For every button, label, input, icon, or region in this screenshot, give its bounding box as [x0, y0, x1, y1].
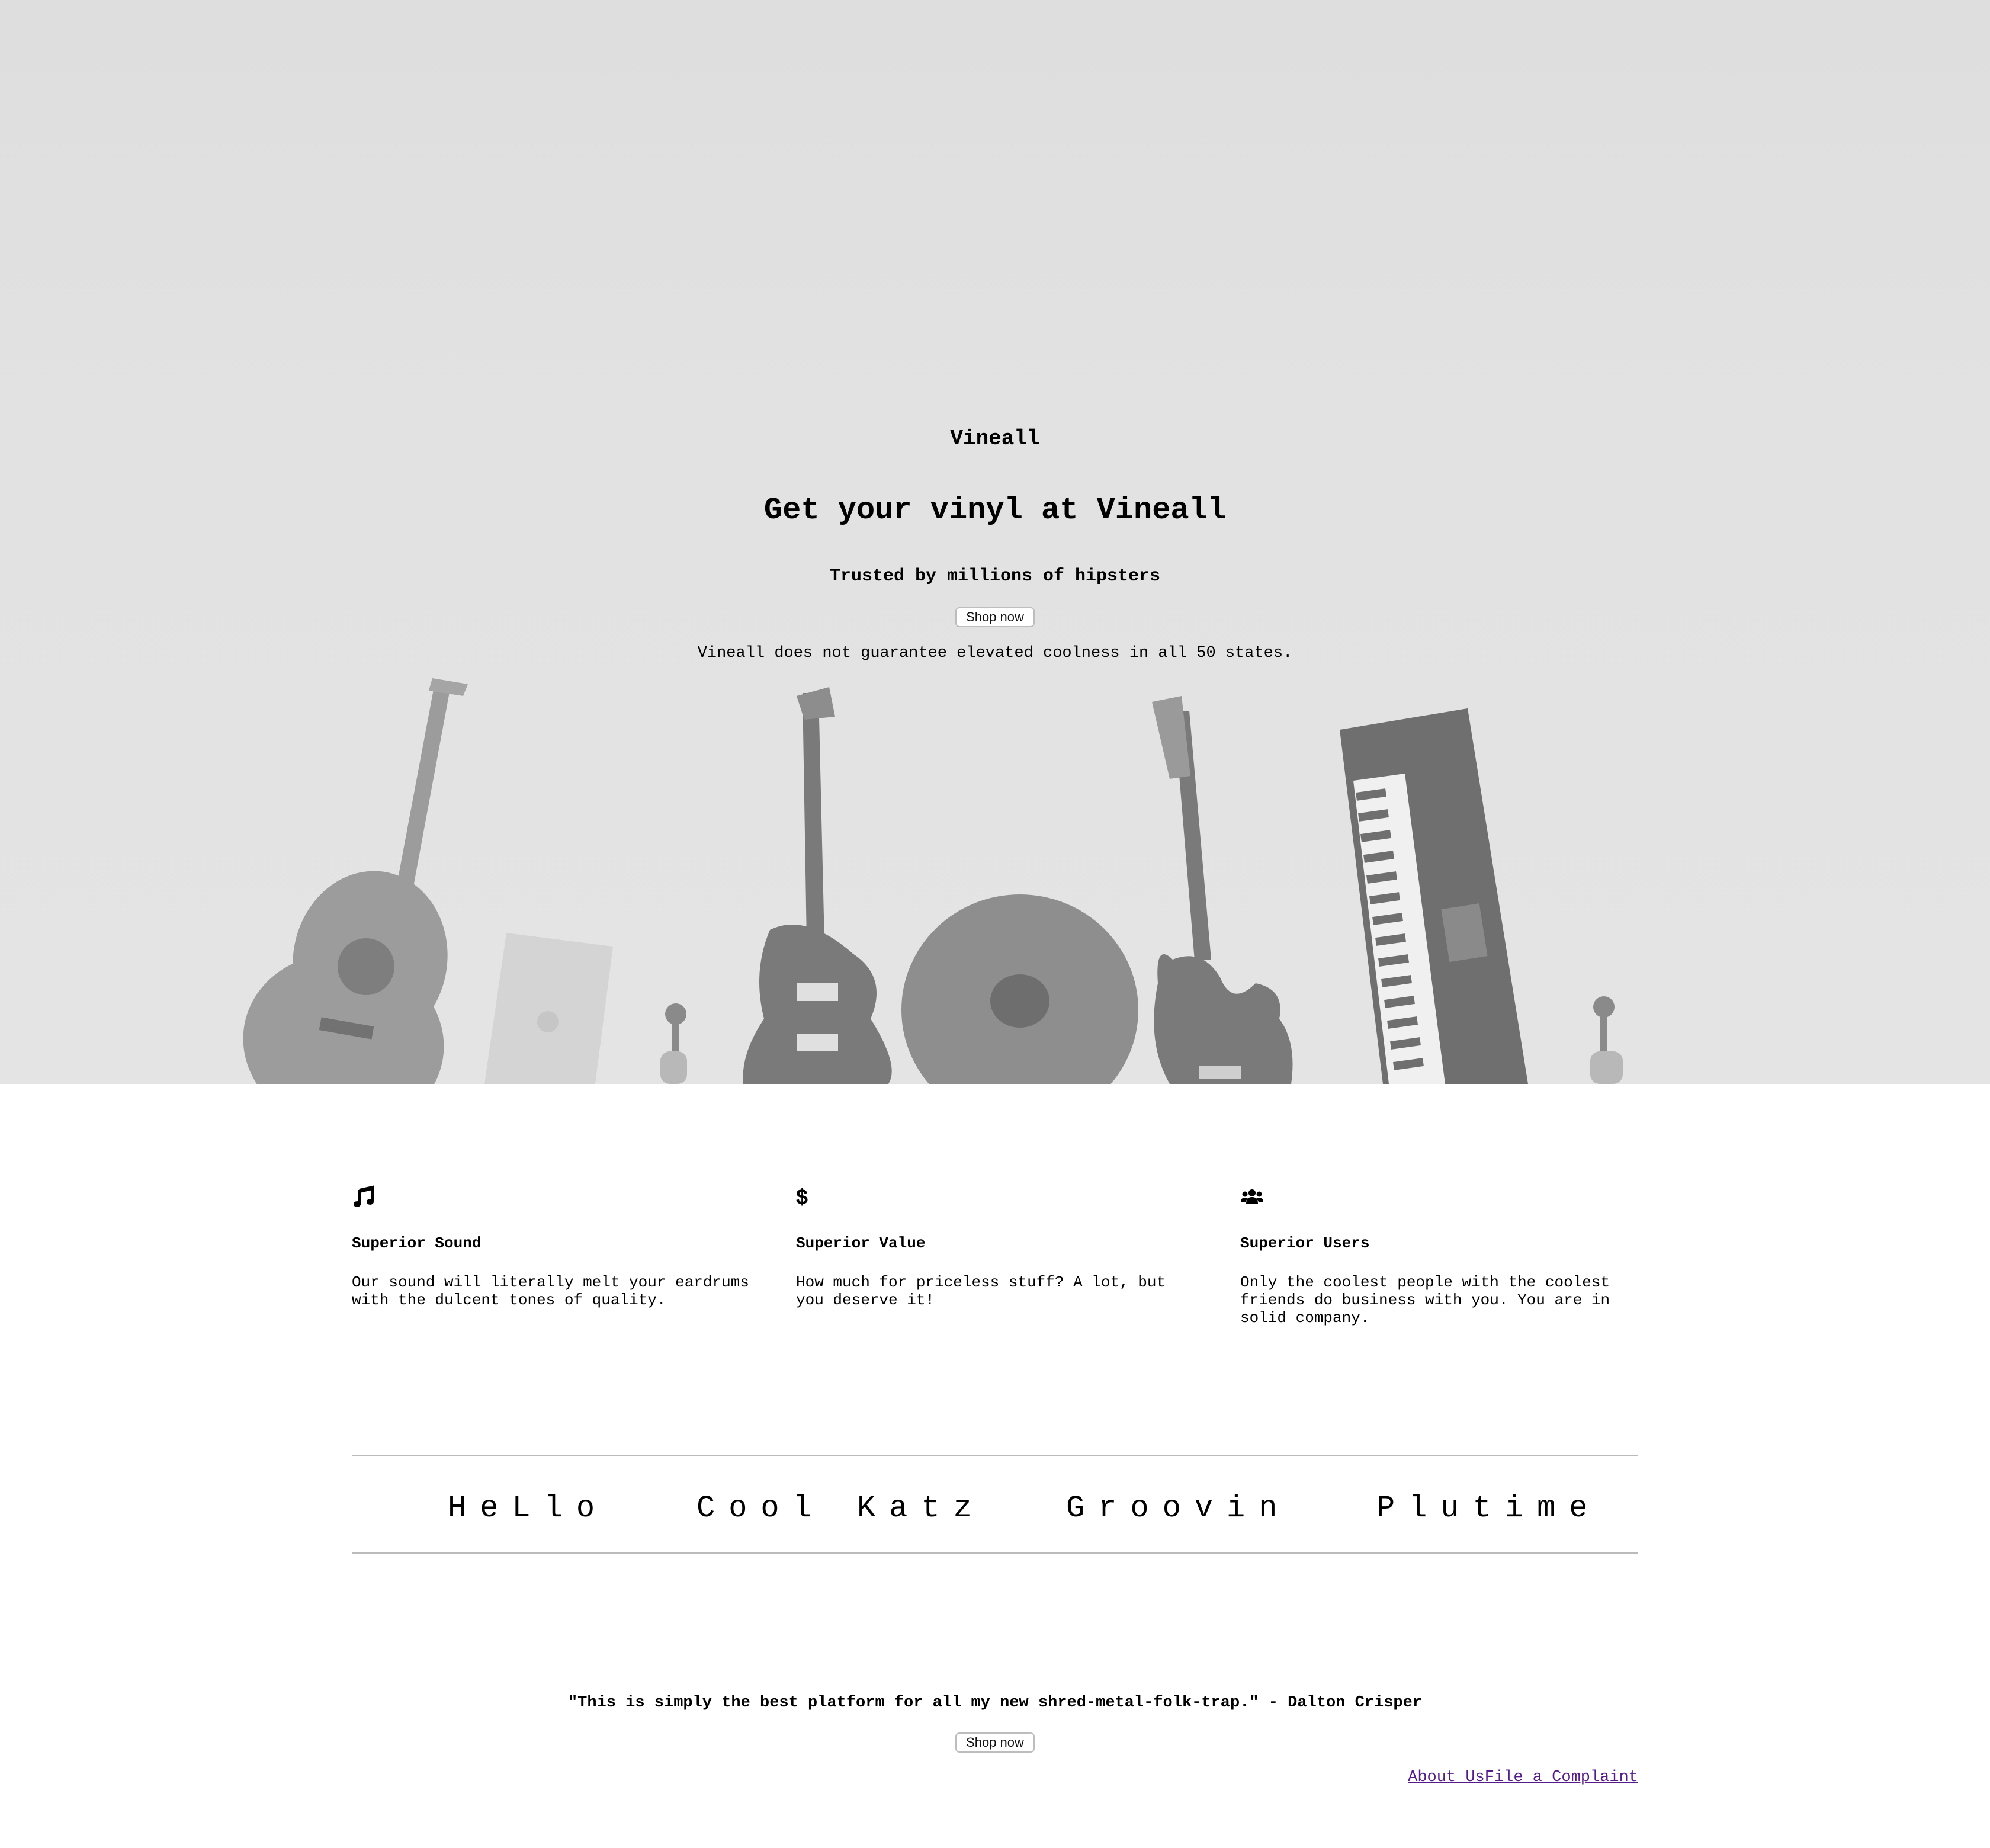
hero-headline: Get your vinyl at Vineall — [763, 493, 1227, 528]
instruments-background-image — [243, 678, 1623, 1084]
site-brand: Vineall — [950, 426, 1040, 451]
feature-superior-value: $ Superior Value How much for priceless … — [796, 1185, 1205, 1309]
svg-text:$: $ — [796, 1185, 808, 1208]
feature-superior-users: Superior Users Only the coolest people w… — [1240, 1185, 1649, 1327]
feature-text: How much for priceless stuff? A lot, but… — [796, 1273, 1166, 1309]
feature-text: Only the coolest people with the coolest… — [1240, 1273, 1610, 1327]
nav-item-groovin[interactable]: Groovin — [1066, 1491, 1291, 1526]
users-icon — [1241, 1189, 1263, 1204]
hero-subheadline: Trusted by millions of hipsters — [829, 566, 1161, 586]
about-us-link[interactable]: About Us — [1408, 1769, 1485, 1786]
feature-text: Our sound will literally melt your eardr… — [352, 1273, 749, 1309]
footer-links: About UsFile a Complaint — [1408, 1769, 1638, 1786]
nav-item-plutime[interactable]: Plutime — [1376, 1491, 1601, 1526]
feature-superior-sound: Superior Sound Our sound will literally … — [352, 1185, 760, 1309]
feature-title: Superior Value — [796, 1234, 926, 1252]
shop-now-button[interactable]: Shop now — [955, 607, 1035, 627]
hero-disclaimer: Vineall does not guarantee elevated cool… — [697, 644, 1293, 662]
nav-item-cool-katz[interactable]: Cool Katz — [696, 1491, 986, 1526]
file-complaint-link[interactable]: File a Complaint — [1485, 1769, 1638, 1786]
features-section: Superior Sound Our sound will literally … — [352, 1185, 1638, 1339]
hero-section: Vineall Get your vinyl at Vineall Truste… — [0, 0, 1990, 1084]
nav-item-hello[interactable]: HeLlo — [448, 1491, 608, 1526]
dollar-sign-icon: $ — [796, 1185, 808, 1208]
main-nav: HeLlo Cool Katz Groovin Plutime — [352, 1455, 1638, 1554]
testimonial-quote: "This is simply the best platform for al… — [567, 1694, 1423, 1712]
music-note-icon — [354, 1185, 374, 1207]
feature-title: Superior Users — [1240, 1234, 1370, 1252]
feature-title: Superior Sound — [352, 1234, 482, 1252]
footer-shop-now-button[interactable]: Shop now — [955, 1732, 1035, 1753]
